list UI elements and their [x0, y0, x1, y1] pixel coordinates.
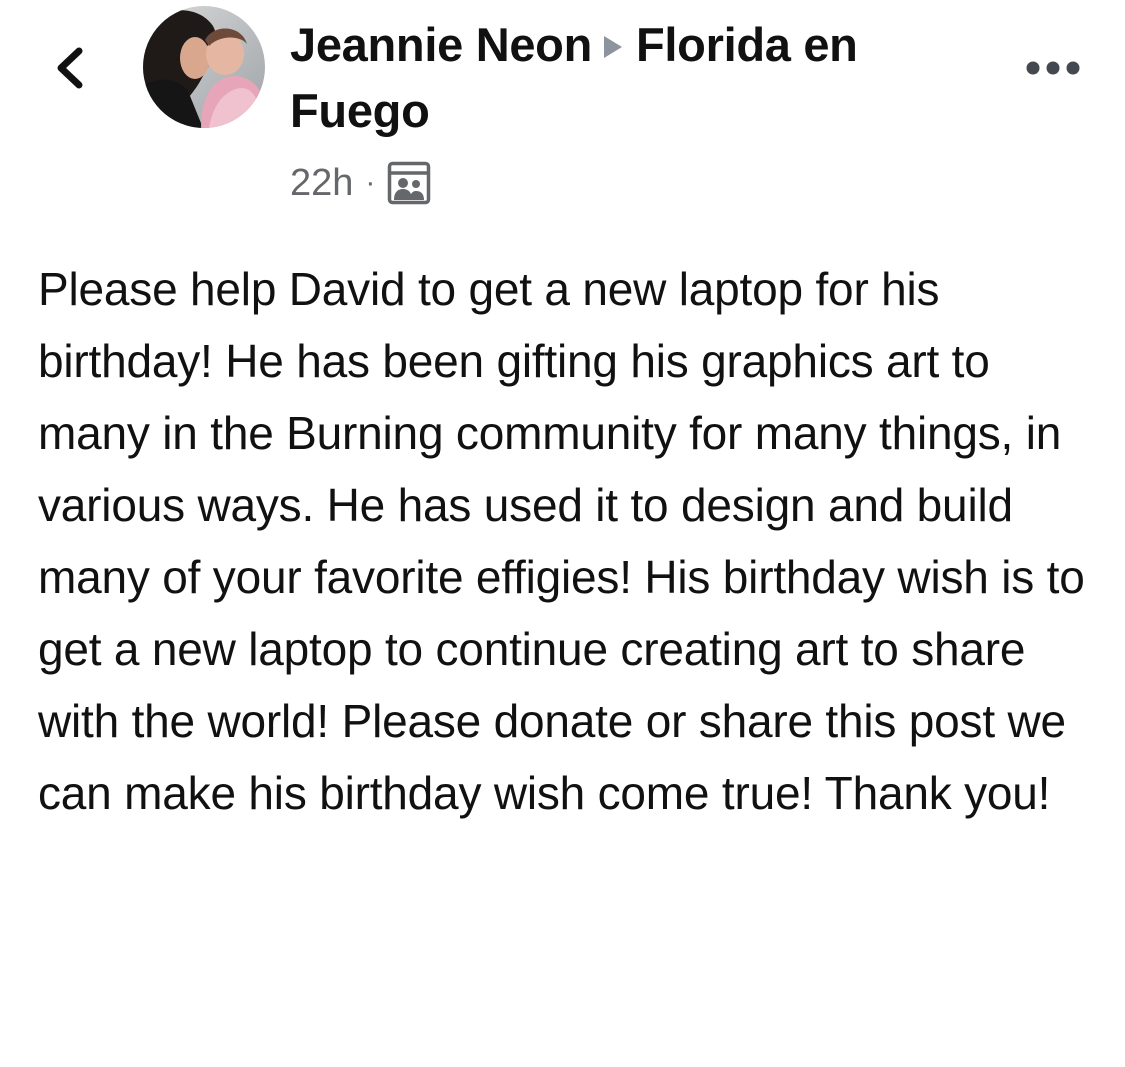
profile-photo — [143, 6, 265, 128]
more-options-icon — [1026, 61, 1080, 75]
more-options-button[interactable] — [1018, 48, 1088, 88]
meta-separator: · — [365, 166, 376, 199]
timestamp[interactable]: 22h — [290, 162, 353, 205]
chevron-left-icon — [57, 47, 83, 89]
avatar[interactable] — [143, 6, 265, 128]
right-arrow-icon — [604, 36, 622, 58]
post-title: Jeannie Neon Florida en Fuego — [290, 12, 970, 144]
post-meta: 22h · — [290, 155, 431, 211]
author-name[interactable]: Jeannie Neon — [290, 18, 592, 71]
group-members-icon[interactable] — [387, 161, 431, 205]
post-header: Jeannie Neon Florida en Fuego 22h · — [0, 0, 1125, 230]
post-body-text: Please help David to get a new laptop fo… — [38, 263, 1085, 819]
back-button[interactable] — [40, 38, 100, 98]
